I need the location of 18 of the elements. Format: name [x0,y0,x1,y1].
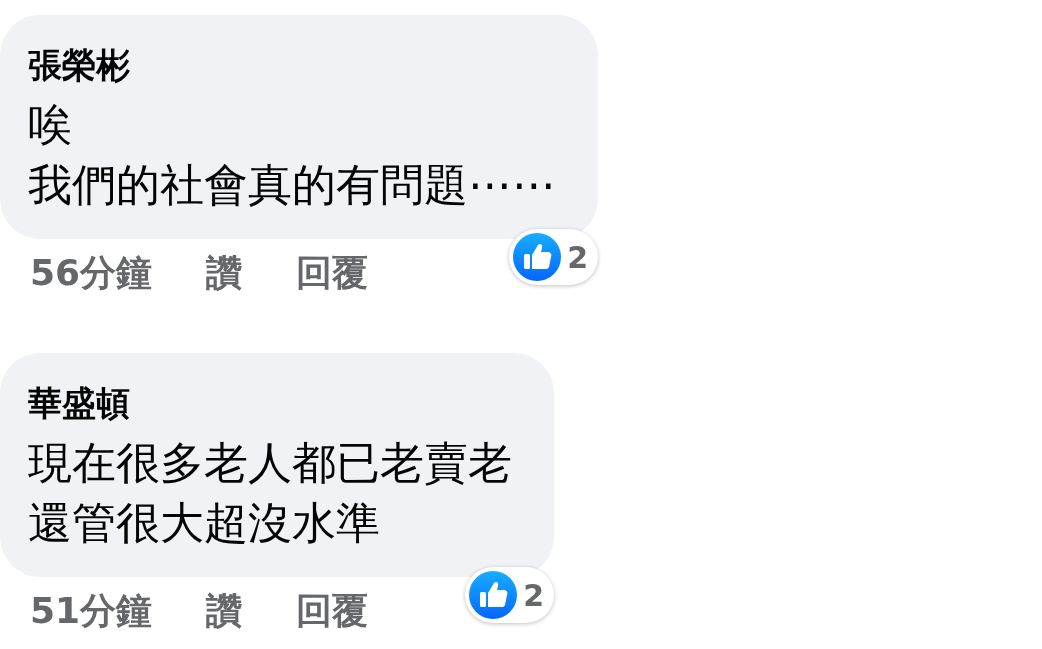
comment-author[interactable]: 華盛頓 [28,373,512,433]
comment-action-link[interactable]: 回覆 [296,243,369,303]
comment-text-line: 我們的社會真的有問題⋯⋯ [28,158,556,212]
like-icon [513,233,562,281]
comment-author[interactable]: 張榮彬 [28,35,556,95]
comment-action-link[interactable]: 回覆 [296,581,369,641]
reaction-badge[interactable]: 2 [509,229,598,285]
reaction-badge[interactable]: 2 [465,567,554,623]
reaction-count: 2 [523,577,544,613]
like-icon [469,571,518,619]
comment-time: 51分鐘 [30,589,153,633]
comment-action-link[interactable]: 讚 [206,581,243,641]
comment-action-link[interactable]: 讚 [206,243,243,303]
comment-time: 56分鐘 [30,251,153,295]
reaction-count: 2 [567,239,588,275]
comment-text-line: 現在很多老人都已老賣老 [28,436,512,490]
comment-text-line: 還管很大超沒水準 [28,496,381,550]
comment-text-line: 唉 [28,98,73,152]
